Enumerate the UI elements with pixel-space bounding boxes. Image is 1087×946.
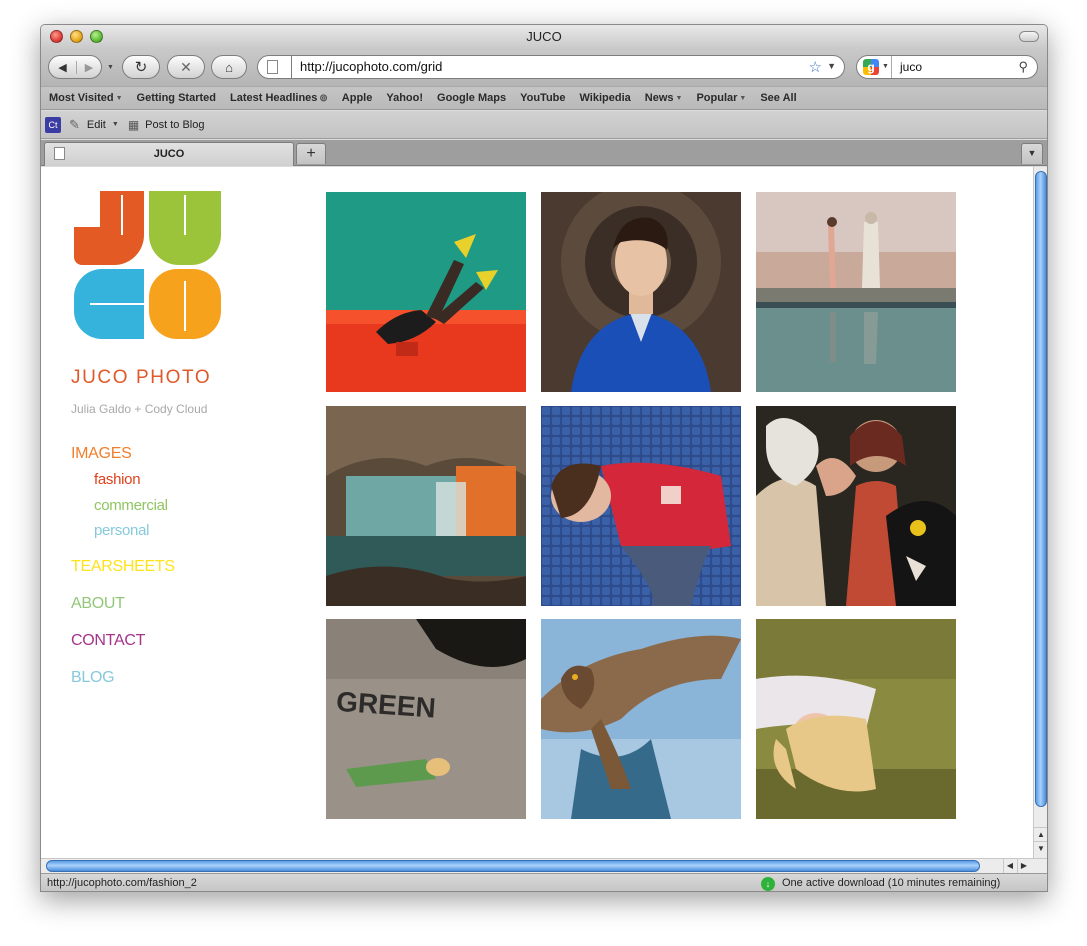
download-status[interactable]: One active download (10 minutes remainin… (782, 874, 1000, 891)
bookmark-popular[interactable]: Popular ▼ (696, 92, 746, 104)
ct-extension-icon[interactable]: Ct (45, 116, 61, 133)
close-window-button[interactable] (50, 30, 63, 43)
bookmark-google-maps[interactable]: Google Maps (437, 92, 506, 104)
scroll-left-icon[interactable]: ◀ (1003, 859, 1016, 873)
bookmark-getting-started[interactable]: Getting Started (137, 92, 216, 104)
status-bar: http://jucophoto.com/fashion_2 ↓ One act… (41, 873, 1047, 891)
home-icon: ⌂ (225, 59, 233, 75)
status-link-url: http://jucophoto.com/fashion_2 (47, 877, 197, 889)
scroll-down-icon[interactable]: ▼ (1034, 841, 1047, 854)
scroll-right-icon[interactable]: ▶ (1017, 859, 1030, 873)
tab-juco[interactable]: JUCO (44, 142, 294, 166)
photo-thumbnail[interactable] (756, 192, 956, 392)
zoom-window-button[interactable] (90, 30, 103, 43)
bookmark-star-icon[interactable]: ☆ (809, 58, 822, 76)
google-icon[interactable]: g (863, 59, 879, 75)
reload-icon: ↻ (134, 59, 148, 76)
window-title: JUCO (526, 29, 562, 44)
bookmark-apple[interactable]: Apple (342, 92, 373, 104)
photo-thumbnail[interactable] (541, 406, 741, 606)
page-icon (267, 60, 278, 74)
nav-personal[interactable]: personal (94, 522, 149, 539)
pencil-icon[interactable]: ✎ (69, 117, 80, 133)
tab-bar: JUCO + ▼ (41, 140, 1047, 166)
search-box[interactable]: g ▼ juco ⚲ (856, 55, 1038, 79)
bookmark-latest-headlines[interactable]: Latest Headlines ⊚ (230, 92, 328, 104)
juco-logo[interactable] (72, 191, 222, 341)
bookmarks-bar: Most Visited ▼ Getting Started Latest Hea… (41, 86, 1047, 110)
photo-thumbnail[interactable] (326, 192, 526, 392)
nav-fashion[interactable]: fashion (94, 471, 141, 488)
site-subtitle: Julia Galdo + Cody Cloud (71, 402, 208, 416)
bookmark-wikipedia[interactable]: Wikipedia (580, 92, 631, 104)
address-bar[interactable]: http://jucophoto.com/grid ☆ ▼ (257, 55, 845, 79)
web-content: JUCO PHOTO Julia Galdo + Cody Cloud IMAG… (41, 167, 1033, 858)
url-input[interactable]: http://jucophoto.com/grid (291, 56, 791, 78)
history-dropdown-icon[interactable]: ▼ (107, 64, 114, 71)
chevron-down-icon[interactable]: ▼ (112, 121, 119, 128)
vertical-scroll-thumb[interactable] (1035, 171, 1047, 807)
scroll-up-icon[interactable]: ▲ (1034, 827, 1047, 840)
photo-thumbnail[interactable] (326, 406, 526, 606)
chevron-down-icon: ▼ (115, 94, 123, 102)
back-forward-group: ◀ ▶ (48, 55, 102, 79)
site-title: JUCO PHOTO (71, 367, 212, 388)
nav-commercial[interactable]: commercial (94, 497, 168, 514)
horizontal-scroll-thumb[interactable] (46, 860, 980, 872)
browser-window: JUCO ◀ ▶ ▼ ↻ ✕ ⌂ http://jucophoto.com/gr… (40, 24, 1048, 892)
extension-toolbar: Ct ✎ Edit ▼ ▦ Post to Blog (41, 111, 1047, 139)
reload-button[interactable]: ↻ (122, 55, 160, 79)
bookmark-news[interactable]: News ▼ (645, 92, 683, 104)
rss-icon: ⊚ (319, 93, 328, 104)
horizontal-scrollbar[interactable]: ◀ ▶ (41, 858, 1047, 873)
chevron-down-icon: ▼ (739, 94, 747, 102)
search-input[interactable]: juco (891, 56, 1019, 78)
bookmark-see-all[interactable]: See All (760, 92, 796, 104)
toolbar-toggle-button[interactable] (1019, 31, 1039, 42)
stop-button[interactable]: ✕ (167, 55, 205, 79)
photo-thumbnail[interactable] (541, 619, 741, 819)
search-icon[interactable]: ⚲ (1018, 59, 1028, 75)
tab-label: JUCO (153, 148, 185, 160)
navigation-toolbar: ◀ ▶ ▼ ↻ ✕ ⌂ http://jucophoto.com/grid ☆ … (41, 49, 1047, 86)
post-to-blog-icon[interactable]: ▦ (128, 118, 139, 132)
chevron-down-icon: ▼ (675, 94, 683, 102)
photo-thumbnail[interactable] (756, 619, 956, 819)
bookmark-yahoo[interactable]: Yahoo! (386, 92, 423, 104)
nav-about[interactable]: ABOUT (71, 595, 125, 613)
vertical-scrollbar[interactable]: ▲ ▼ (1033, 167, 1047, 858)
photo-thumbnail[interactable] (541, 192, 741, 392)
back-icon[interactable]: ◀ (49, 61, 76, 74)
search-engine-dropdown-icon[interactable]: ▼ (882, 63, 889, 70)
nav-tearsheets[interactable]: TEARSHEETS (71, 558, 175, 576)
stop-icon: ✕ (180, 58, 192, 75)
download-icon[interactable]: ↓ (761, 877, 775, 891)
url-dropdown-icon[interactable]: ▼ (827, 61, 836, 71)
photo-thumbnail[interactable]: GREEN (326, 619, 526, 819)
bookmark-most-visited[interactable]: Most Visited ▼ (49, 92, 123, 104)
photo-thumbnail[interactable] (756, 406, 956, 606)
forward-icon[interactable]: ▶ (76, 60, 101, 74)
nav-images[interactable]: IMAGES (71, 445, 132, 463)
home-button[interactable]: ⌂ (211, 55, 247, 79)
edit-menu[interactable]: Edit (87, 119, 106, 131)
bookmark-youtube[interactable]: YouTube (520, 92, 565, 104)
tab-list-button[interactable]: ▼ (1021, 143, 1043, 164)
new-tab-button[interactable]: + (296, 143, 326, 164)
minimize-window-button[interactable] (70, 30, 83, 43)
nav-blog[interactable]: BLOG (71, 669, 115, 687)
post-to-blog-button[interactable]: Post to Blog (145, 119, 204, 131)
nav-contact[interactable]: CONTACT (71, 632, 145, 650)
title-bar: JUCO (41, 25, 1047, 49)
